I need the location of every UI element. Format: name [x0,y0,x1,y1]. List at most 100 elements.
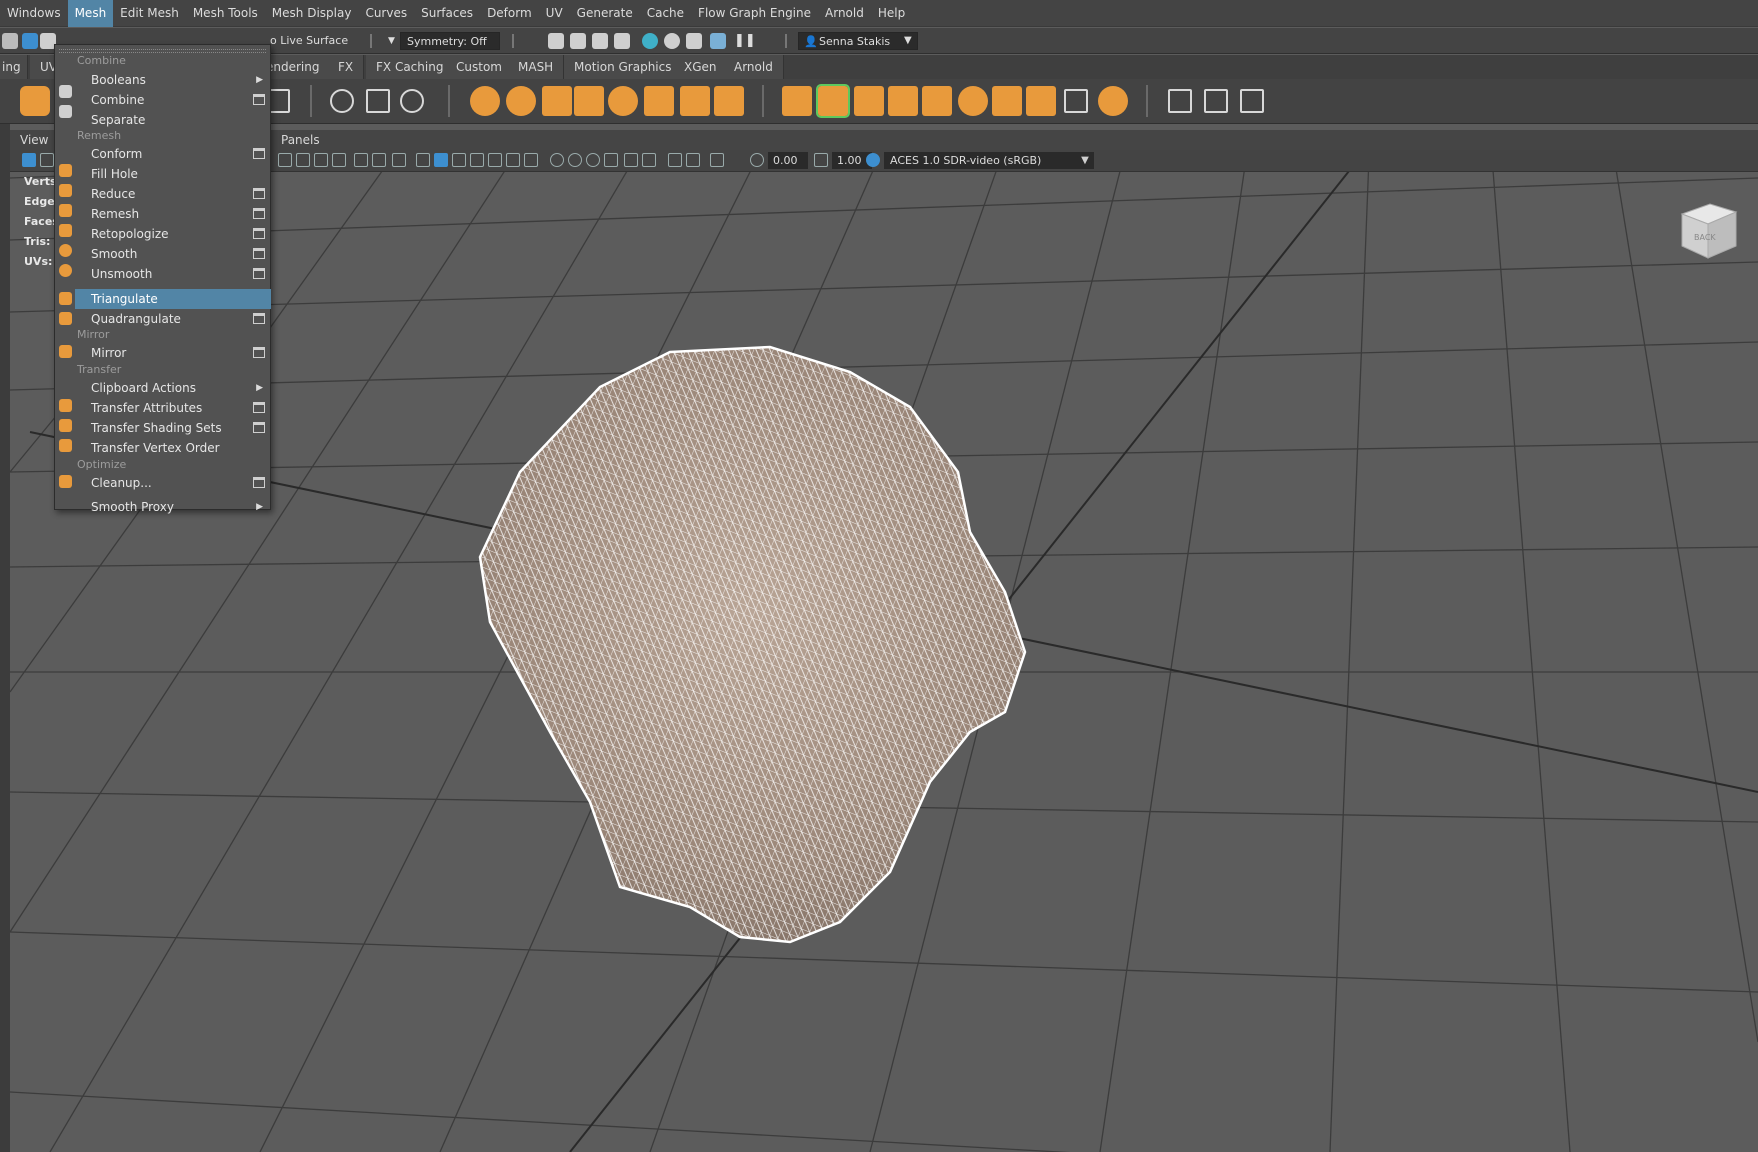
chevron-down-icon[interactable]: ▼ [388,32,395,50]
menu-item-cleanup[interactable]: Cleanup... [75,473,271,493]
panel-menu-panels[interactable]: Panels [281,130,320,150]
combine-icon[interactable] [542,86,572,116]
select-tool-icon[interactable] [2,33,18,49]
menu-item-reduce[interactable]: Reduce [75,184,271,204]
menu-item-booleans[interactable]: Booleans ▶ [75,70,271,90]
target-weld-icon[interactable] [992,86,1022,116]
menu-mesh-tools[interactable]: Mesh Tools [186,0,265,27]
textured-icon[interactable] [470,153,484,167]
menu-deform[interactable]: Deform [480,0,539,27]
freeze-transform-icon[interactable] [366,89,390,113]
option-box-icon[interactable] [253,402,265,413]
xray-joints-icon[interactable] [586,153,600,167]
safe-action-icon[interactable] [372,153,386,167]
menu-item-retopologize[interactable]: Retopologize [75,224,271,244]
menu-item-mirror[interactable]: Mirror [75,343,271,363]
isolate-select-icon[interactable] [550,153,564,167]
menu-generate[interactable]: Generate [570,0,640,27]
texture-icon[interactable] [686,153,700,167]
poly-sphere-icon[interactable] [470,86,500,116]
option-box-icon[interactable] [253,228,265,239]
poly-platonic-icon[interactable] [20,86,50,116]
menu-item-smooth[interactable]: Smooth [75,244,271,264]
render-sequence-icon[interactable] [570,33,586,49]
resolution-gate-icon[interactable] [314,153,328,167]
menu-item-quadrangulate[interactable]: Quadrangulate [75,309,271,329]
bevel-icon[interactable] [816,84,850,118]
camera-attributes-icon[interactable] [22,153,36,167]
menu-item-transfer-shading-sets[interactable]: Transfer Shading Sets [75,418,271,438]
menu-item-fill-hole[interactable]: Fill Hole [75,164,271,184]
smooth-icon[interactable] [608,86,638,116]
exposure-reset-icon[interactable] [750,153,764,167]
reduce-icon[interactable] [680,86,710,116]
ipr-render-icon[interactable] [592,33,608,49]
xray-icon[interactable] [568,153,582,167]
shadows-icon[interactable] [506,153,520,167]
gamma-icon[interactable] [814,153,828,167]
option-box-icon[interactable] [253,422,265,433]
option-box-icon[interactable] [253,94,265,105]
panel-menu-view[interactable]: View [20,130,48,150]
pause-icon[interactable]: ❚❚ [734,33,756,49]
bookmark-icon[interactable] [40,153,54,167]
remesh-icon[interactable] [714,86,744,116]
option-box-icon[interactable] [253,347,265,358]
wireframe-on-shaded-icon[interactable] [452,153,466,167]
quad-draw-icon[interactable] [1064,89,1088,113]
menu-curves[interactable]: Curves [358,0,414,27]
option-box-icon[interactable] [253,208,265,219]
annotation-icon[interactable] [1240,89,1264,113]
menu-item-remesh[interactable]: Remesh [75,204,271,224]
menu-arnold[interactable]: Arnold [818,0,871,27]
toggle-hud-icon[interactable] [668,153,682,167]
stereo-icon[interactable] [642,153,656,167]
extrude-icon[interactable] [782,86,812,116]
tab-custom[interactable]: Custom [446,55,513,79]
render-settings-icon[interactable] [614,33,630,49]
render-frame-icon[interactable] [548,33,564,49]
menu-item-separate[interactable]: Separate [75,110,271,130]
tab-arnold[interactable]: Arnold [724,55,784,79]
option-box-icon[interactable] [253,313,265,324]
tab-fx[interactable]: FX [328,55,365,79]
user-account-dropdown[interactable]: 👤 Senna Stakis [798,32,918,50]
xray-components-icon[interactable] [604,153,618,167]
tab-motion-graphics[interactable]: Motion Graphics [564,55,683,79]
hypershade-icon[interactable] [642,33,658,49]
exposure-field[interactable]: 0.00 [768,152,808,169]
multi-cut-icon[interactable] [958,86,988,116]
menu-item-clipboard-actions[interactable]: Clipboard Actions ▶ [75,378,271,398]
menu-mesh[interactable]: Mesh [67,0,114,27]
color-management-icon[interactable] [866,153,880,167]
bridge-icon[interactable] [854,86,884,116]
menu-edit-mesh[interactable]: Edit Mesh [113,0,186,27]
fill-hole-icon[interactable] [922,86,952,116]
separate-icon[interactable] [574,86,604,116]
symmetry-dropdown[interactable]: Symmetry: Off [400,32,500,50]
smooth-shade-icon[interactable] [434,153,448,167]
live-surface-label[interactable]: o Live Surface [270,32,348,50]
menu-item-transfer-vertex-order[interactable]: Transfer Vertex Order [75,438,271,458]
tab-rigging[interactable]: ing [0,55,28,79]
chevron-down-icon[interactable]: ▼ [904,32,912,50]
poly-disc-icon[interactable] [506,86,536,116]
menu-item-smooth-proxy[interactable]: Smooth Proxy ▶ [75,497,271,517]
view-cube[interactable]: BACK [1674,196,1740,262]
view-transform-dropdown[interactable]: ACES 1.0 SDR-video (sRGB) [884,152,1094,169]
pencil-icon[interactable] [1168,89,1192,113]
gate-mask-icon[interactable] [332,153,346,167]
menu-mesh-display[interactable]: Mesh Display [265,0,359,27]
wireframe-icon[interactable] [416,153,430,167]
perspective-viewport[interactable] [10,172,1758,1152]
grid-toggle-icon[interactable] [278,153,292,167]
menu-item-combine[interactable]: Combine [75,90,271,110]
option-box-icon[interactable] [253,148,265,159]
tab-fx-caching[interactable]: FX Caching [366,55,455,79]
measure-icon[interactable] [1204,89,1228,113]
ambient-occlusion-icon[interactable] [524,153,538,167]
menu-cache[interactable]: Cache [640,0,691,27]
menu-uv[interactable]: UV [539,0,570,27]
render-setup-icon[interactable] [686,33,702,49]
option-box-icon[interactable] [253,248,265,259]
